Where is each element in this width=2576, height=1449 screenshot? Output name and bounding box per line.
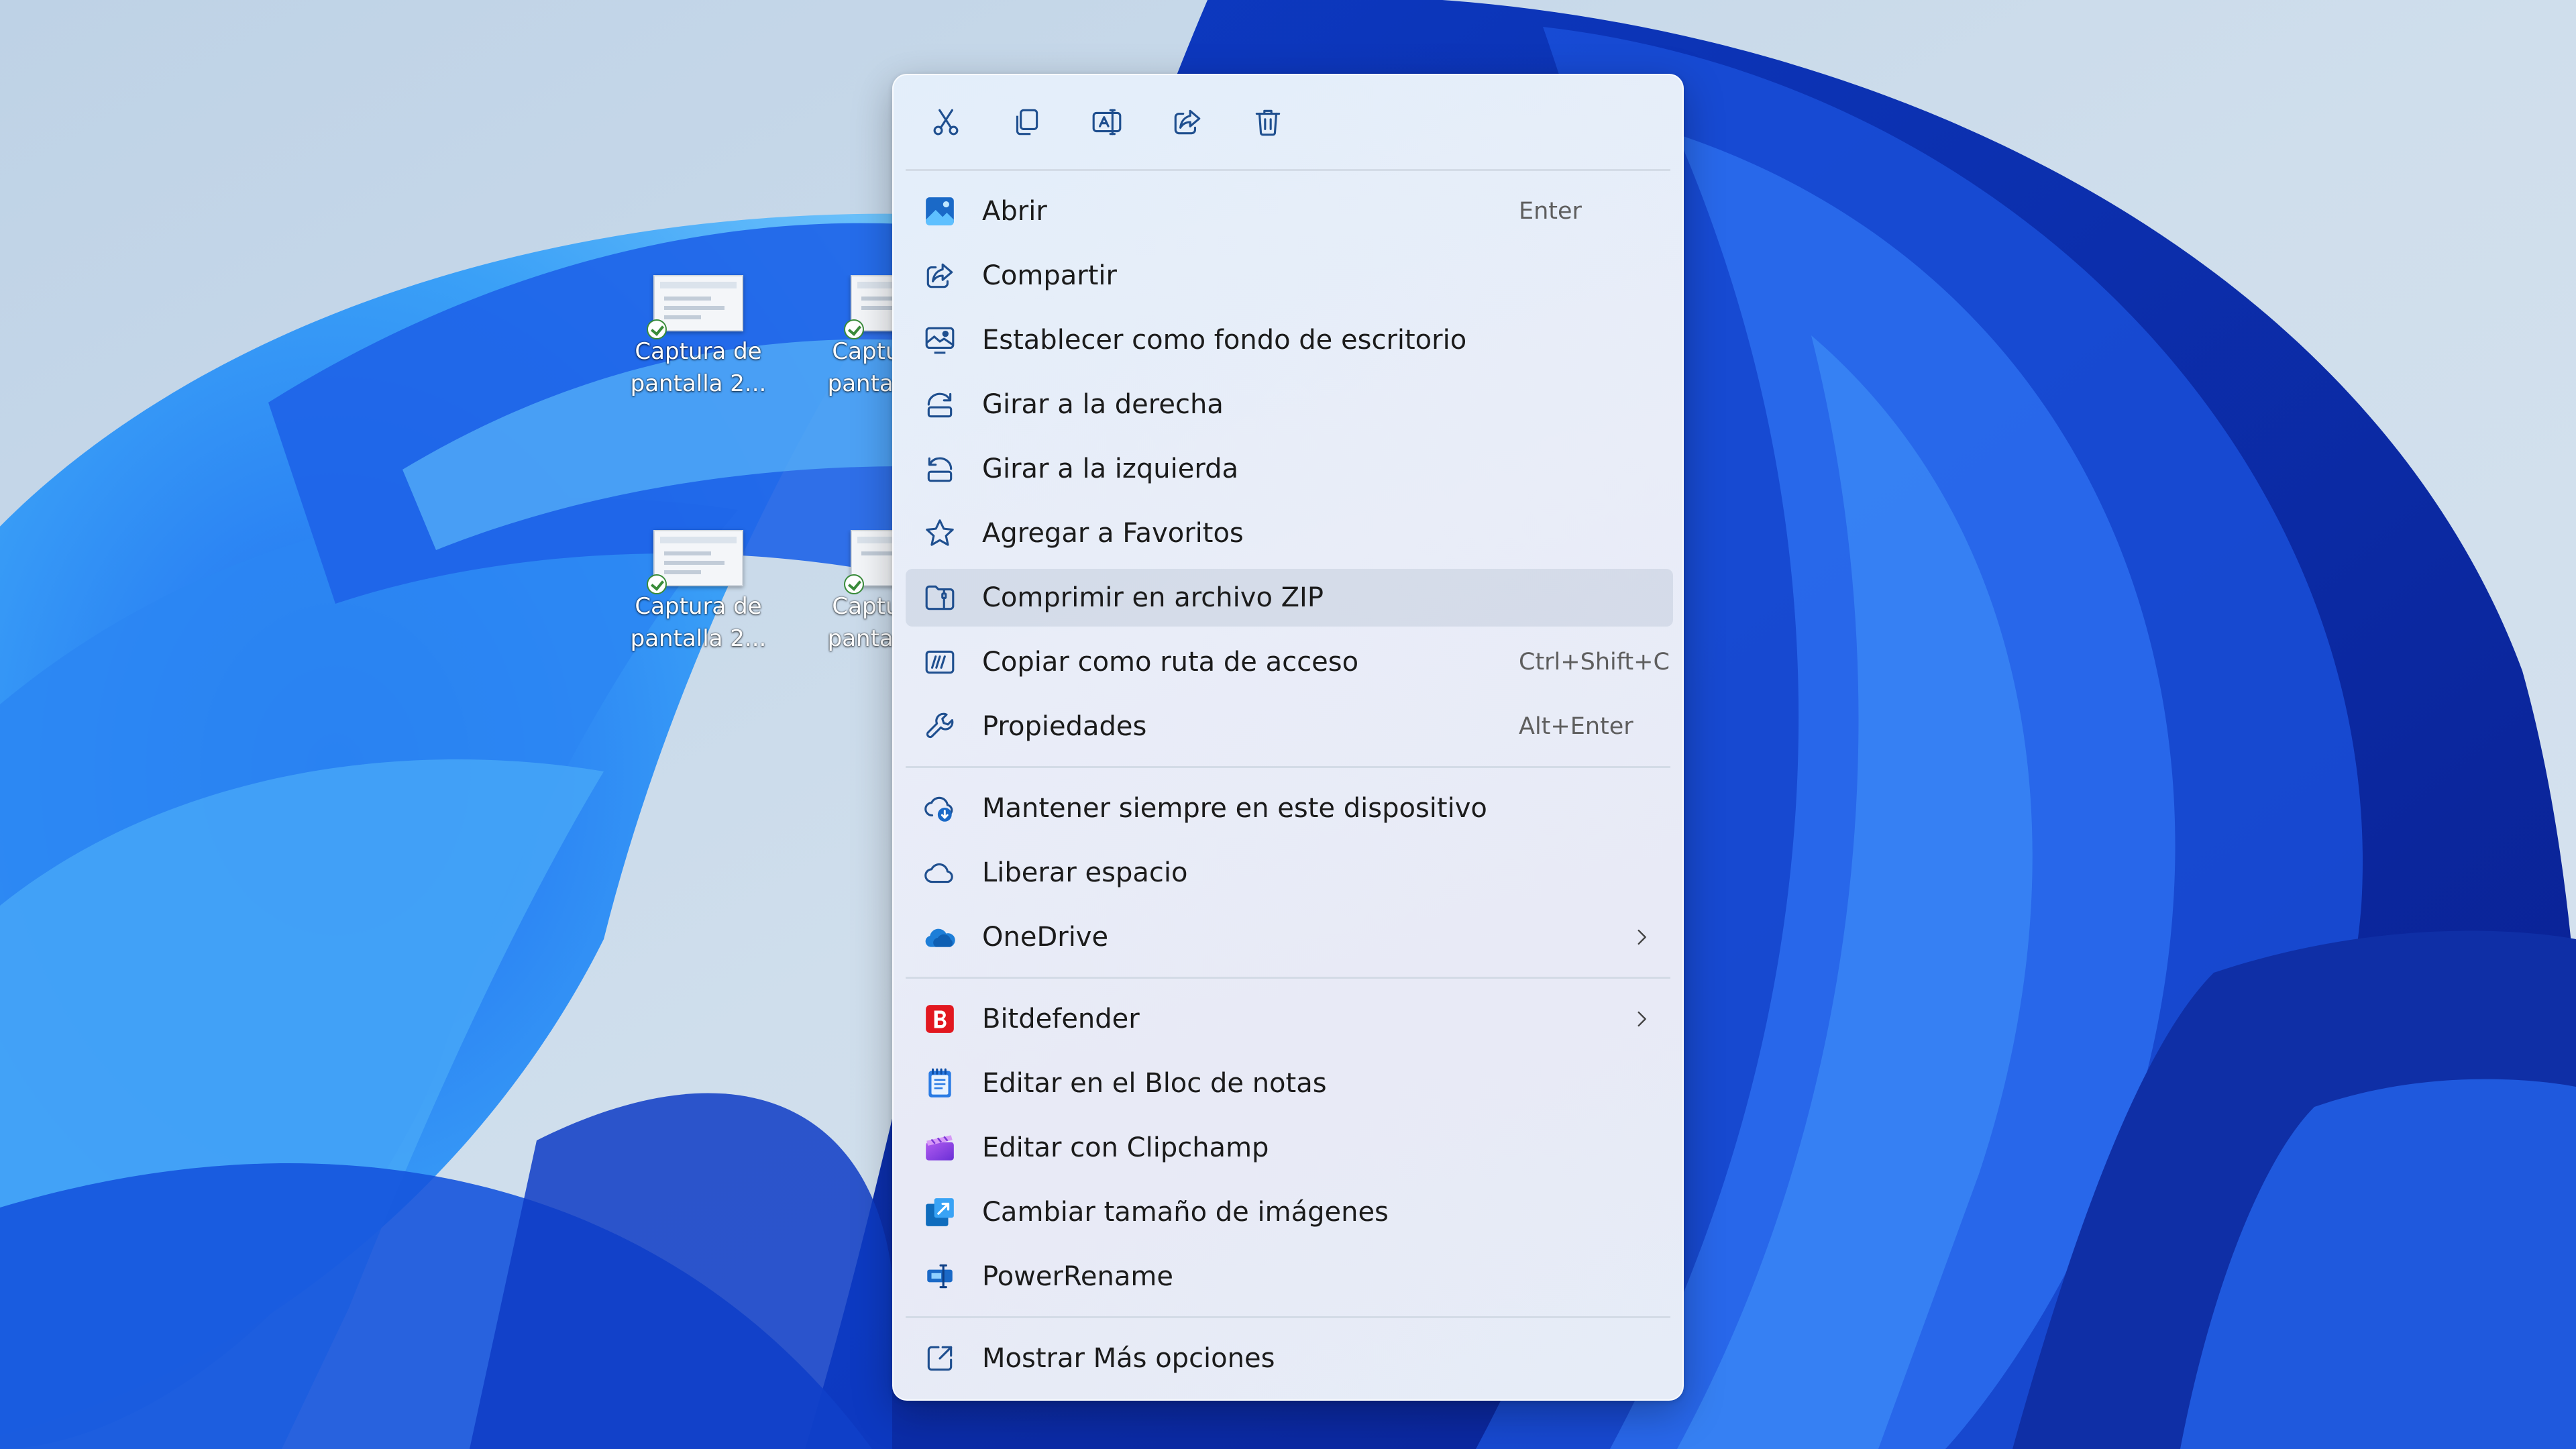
share-icon [1174, 109, 1201, 135]
menu-item-bitdefender[interactable]: Bitdefender [906, 990, 1673, 1048]
clipchamp-icon [923, 1131, 957, 1165]
image-thumbnail-icon [844, 530, 892, 594]
desktop-icon-label: Captura de [832, 593, 892, 620]
menu-item-edit-notepad[interactable]: Editar en el Bloc de notas [906, 1055, 1673, 1112]
sync-check-icon [844, 319, 864, 339]
chevron-right-icon [1630, 926, 1653, 949]
desktop-icon-label: pantalla 2... [827, 625, 892, 652]
menu-item-copy-path[interactable]: Copiar como ruta de acceso Ctrl+Shift+C [906, 633, 1673, 691]
menu-item-label: Liberar espacio [982, 857, 1188, 888]
star-icon [923, 517, 957, 550]
zip-folder-icon [923, 581, 957, 614]
image-thumbnail-icon [647, 275, 743, 339]
wrench-icon [923, 710, 957, 743]
desktop-icon-label: Captura de [635, 338, 762, 365]
image-thumbnail-icon [844, 275, 892, 339]
menu-item-add-favorites[interactable]: Agregar a Favoritos [906, 504, 1673, 562]
chevron-right-icon [1630, 1008, 1653, 1030]
powerrename-icon [923, 1260, 957, 1293]
menu-item-label: Establecer como fondo de escritorio [982, 325, 1467, 356]
menu-item-open[interactable]: Abrir Enter [906, 182, 1673, 240]
cut-icon [933, 109, 959, 136]
menu-item-label: OneDrive [982, 922, 1109, 953]
rotate-right-icon [923, 388, 957, 421]
sync-check-icon [647, 319, 667, 339]
desktop-icon-screenshot-2[interactable]: Captura de pantalla 2... [818, 275, 892, 400]
menu-item-compress-zip[interactable]: Comprimir en archivo ZIP [906, 569, 1673, 627]
menu-item-label: Bitdefender [982, 1004, 1140, 1034]
menu-item-set-wallpaper[interactable]: Establecer como fondo de escritorio [906, 311, 1673, 369]
bitdefender-icon [923, 1002, 957, 1036]
cloud-download-icon [923, 792, 957, 825]
menu-item-rotate-right[interactable]: Girar a la derecha [906, 376, 1673, 433]
sync-check-icon [647, 574, 667, 594]
share-icon [923, 259, 957, 292]
rename-button[interactable] [1083, 98, 1131, 146]
menu-item-label: Compartir [982, 260, 1117, 291]
delete-icon [1255, 109, 1281, 136]
menu-item-powerrename[interactable]: PowerRename [906, 1248, 1673, 1305]
menu-item-edit-clipchamp[interactable]: Editar con Clipchamp [906, 1119, 1673, 1177]
menu-separator [906, 766, 1670, 768]
menu-item-label: Copiar como ruta de acceso [982, 647, 1359, 678]
menu-item-share[interactable]: Compartir [906, 247, 1673, 305]
copy-button[interactable] [1002, 98, 1051, 146]
menu-item-label: Girar a la izquierda [982, 453, 1239, 484]
menu-item-label: Abrir [982, 196, 1047, 227]
menu-item-label: Cambiar tamaño de imágenes [982, 1197, 1389, 1228]
menu-separator [906, 169, 1670, 171]
rename-icon [1092, 109, 1122, 136]
open-image-icon [923, 195, 957, 228]
more-options-icon [923, 1342, 957, 1375]
menu-item-shortcut: Ctrl+Shift+C [1519, 649, 1670, 676]
desktop-icon-screenshot-1[interactable]: Captura de pantalla 2... [621, 275, 775, 400]
share-button[interactable] [1163, 98, 1212, 146]
menu-item-label: Propiedades [982, 711, 1147, 742]
menu-item-shortcut: Enter [1519, 198, 1582, 225]
desktop-icon-screenshot-4[interactable]: Captura de pantalla 2... [818, 530, 892, 655]
menu-item-always-keep-on-device[interactable]: Mantener siempre en este dispositivo [906, 780, 1673, 837]
copy-icon [1016, 109, 1038, 136]
menu-item-onedrive[interactable]: OneDrive [906, 908, 1673, 966]
menu-item-label: PowerRename [982, 1261, 1173, 1292]
menu-item-label: Agregar a Favoritos [982, 518, 1244, 549]
menu-item-rotate-left[interactable]: Girar a la izquierda [906, 440, 1673, 498]
cut-button[interactable] [922, 98, 970, 146]
onedrive-icon [923, 920, 957, 954]
menu-item-label: Mantener siempre en este dispositivo [982, 793, 1487, 824]
context-menu-toolbar [894, 75, 1682, 169]
desktop-icon-label: Captura de [635, 593, 762, 620]
image-thumbnail-icon [647, 530, 743, 594]
menu-item-label: Girar a la derecha [982, 389, 1224, 420]
menu-item-resize-images[interactable]: Cambiar tamaño de imágenes [906, 1183, 1673, 1241]
menu-item-label: Comprimir en archivo ZIP [982, 582, 1324, 613]
menu-item-properties[interactable]: Propiedades Alt+Enter [906, 698, 1673, 755]
desktop-icon-label: Captura de [832, 338, 892, 365]
rotate-left-icon [923, 452, 957, 486]
desktop-icon-label: pantalla 2... [827, 370, 892, 397]
context-menu: Abrir Enter Compartir Establecer como fo… [892, 74, 1684, 1401]
cloud-icon [923, 856, 957, 890]
menu-separator [906, 1316, 1670, 1318]
menu-item-shortcut: Alt+Enter [1519, 713, 1633, 740]
set-wallpaper-icon [923, 323, 957, 357]
notepad-icon [923, 1067, 957, 1100]
desktop-icon-label: pantalla 2... [630, 625, 767, 652]
menu-item-label: Mostrar Más opciones [982, 1343, 1275, 1374]
desktop-icon-label: pantalla 2... [630, 370, 767, 397]
menu-separator [906, 977, 1670, 979]
sync-check-icon [844, 574, 864, 594]
image-resizer-icon [923, 1195, 957, 1229]
desktop-icon-screenshot-3[interactable]: Captura de pantalla 2... [621, 530, 775, 655]
copy-path-icon [923, 645, 957, 679]
menu-item-label: Editar con Clipchamp [982, 1132, 1269, 1163]
menu-item-label: Editar en el Bloc de notas [982, 1068, 1327, 1099]
menu-item-free-up-space[interactable]: Liberar espacio [906, 844, 1673, 902]
menu-item-show-more-options[interactable]: Mostrar Más opciones [906, 1330, 1673, 1387]
delete-button[interactable] [1244, 98, 1292, 146]
